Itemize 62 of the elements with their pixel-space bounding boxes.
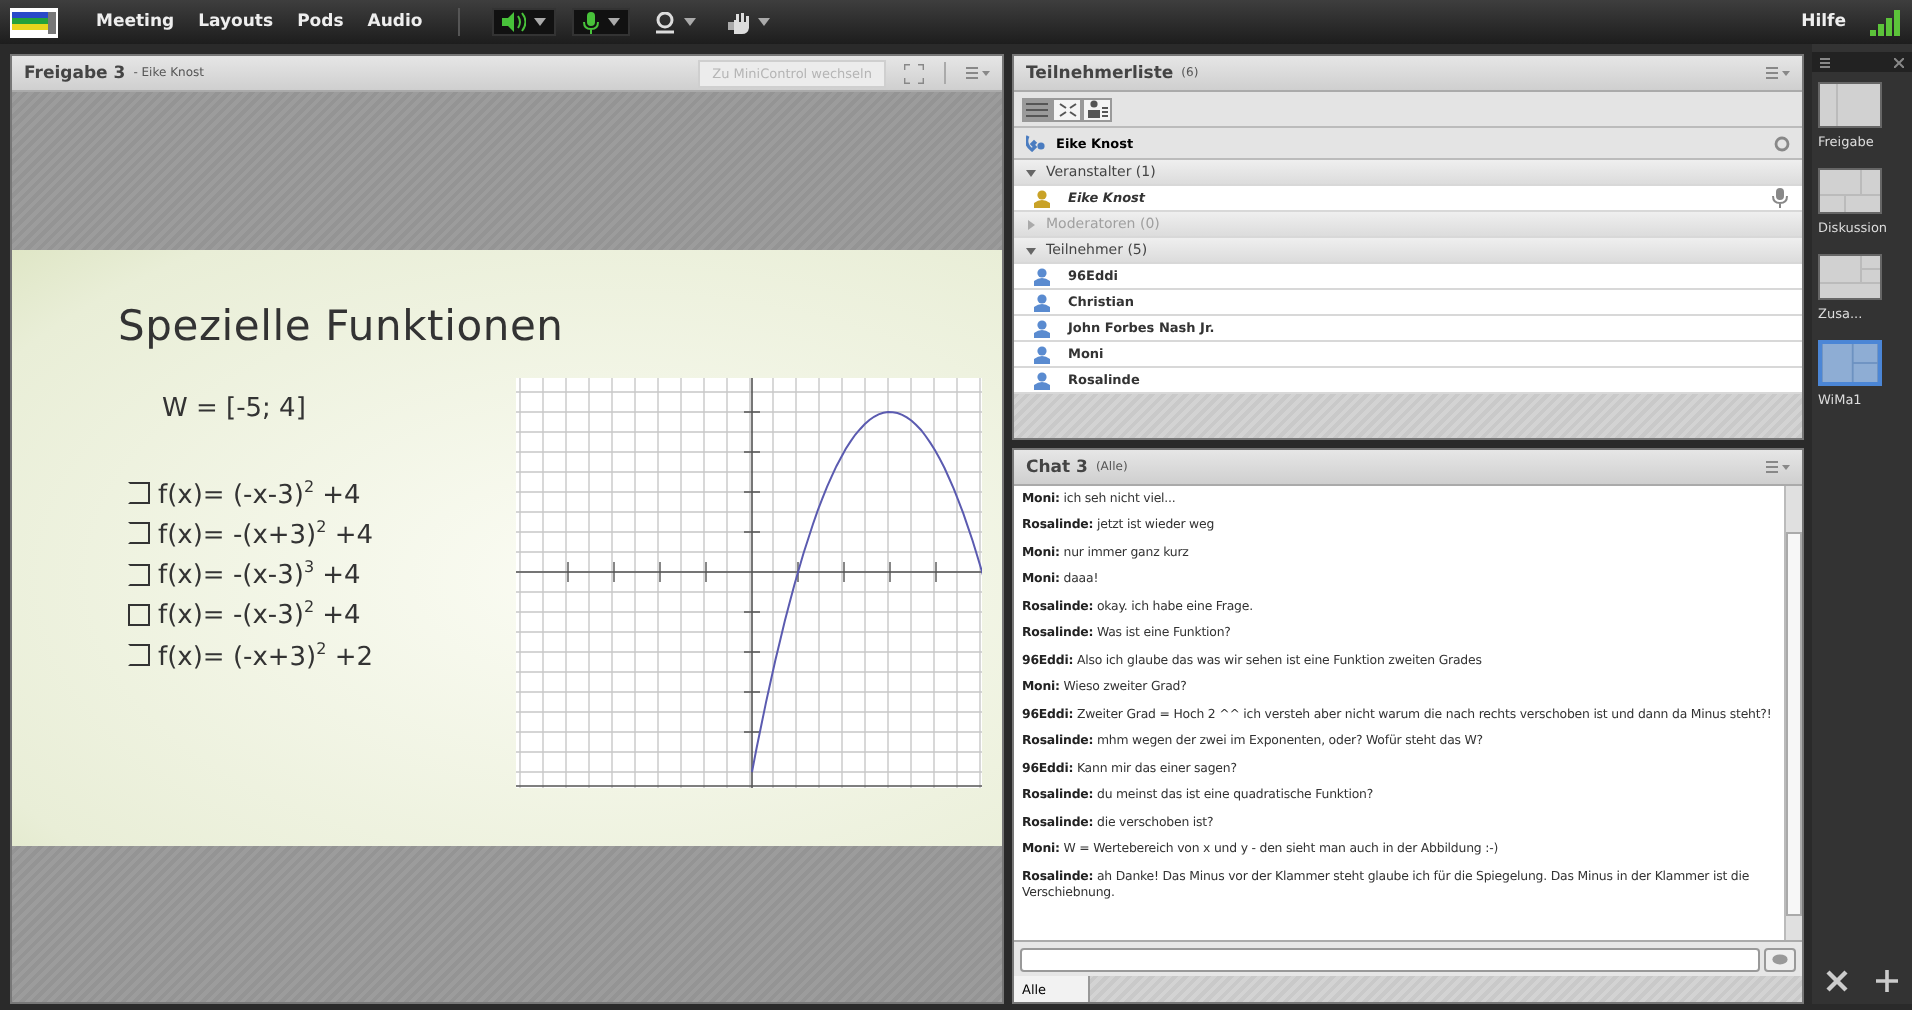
fullscreen-icon[interactable] bbox=[904, 63, 924, 83]
pod-title: Freigabe 3 bbox=[24, 63, 126, 83]
microphone-icon bbox=[1772, 188, 1790, 208]
caret-icon[interactable] bbox=[758, 18, 771, 26]
caret-icon[interactable] bbox=[608, 18, 621, 26]
person-icon bbox=[1034, 267, 1050, 285]
layout-thumbnail-icon bbox=[1818, 168, 1882, 214]
checkbox-icon bbox=[128, 522, 150, 545]
speech-bubble-icon bbox=[1772, 953, 1788, 965]
webcam-icon[interactable] bbox=[654, 11, 677, 33]
formula-text: f(x)= (-x-3)$^{2}$ +4 bbox=[158, 477, 361, 510]
help-menu[interactable]: Hilfe bbox=[1801, 12, 1846, 32]
view-toggle[interactable] bbox=[1052, 97, 1082, 121]
caret-icon[interactable] bbox=[684, 18, 697, 26]
expanded-icon[interactable] bbox=[1026, 245, 1036, 255]
pod-title: Chat 3 bbox=[1026, 457, 1088, 477]
range-text: W = [-5; 4] bbox=[162, 393, 306, 423]
microphone-icon[interactable] bbox=[582, 11, 601, 33]
menu-icon[interactable] bbox=[966, 66, 990, 80]
message-input[interactable] bbox=[1020, 947, 1760, 971]
menu-item[interactable]: Meeting bbox=[96, 12, 175, 32]
formula-text: f(x)= -(x+3)$^{2}$ +4 bbox=[158, 517, 374, 551]
person-icon bbox=[1034, 371, 1050, 389]
formula-text: f(x)= -(x-3)$^{2}$ +4 bbox=[158, 598, 361, 632]
checkbox-icon bbox=[128, 482, 150, 505]
layout-thumbnail-icon bbox=[1818, 340, 1882, 386]
formula-text: f(x)= -(x-3)$^{3}$ +4 bbox=[158, 558, 361, 591]
scrollbar[interactable] bbox=[1784, 486, 1802, 940]
menu-icon[interactable] bbox=[1766, 66, 1790, 80]
status-icon[interactable] bbox=[1774, 135, 1790, 151]
layout-thumbnail-icon bbox=[1818, 82, 1882, 128]
checkbox-icon bbox=[128, 604, 150, 627]
person-icon bbox=[1034, 189, 1050, 207]
expanded-icon[interactable] bbox=[1026, 167, 1036, 177]
grid-view-icon bbox=[1057, 101, 1077, 117]
formula-text: f(x)= (-x+3)$^{2}$ +2 bbox=[158, 639, 374, 673]
logo-icon bbox=[10, 7, 58, 37]
close-icon[interactable] bbox=[1894, 57, 1904, 67]
pod-title: Teilnehmerliste bbox=[1026, 63, 1174, 83]
checkbox-icon bbox=[128, 563, 150, 586]
phone-icon bbox=[1026, 134, 1046, 152]
checkbox-icon bbox=[128, 644, 150, 667]
menu-icon[interactable] bbox=[1766, 460, 1790, 474]
hand-icon[interactable] bbox=[728, 11, 751, 33]
menu-item[interactable]: Audio bbox=[367, 12, 423, 32]
menu-item[interactable]: Pods bbox=[297, 12, 344, 32]
menu-icon[interactable] bbox=[1820, 57, 1836, 67]
tools-icon[interactable] bbox=[1826, 970, 1848, 992]
view-toggle[interactable] bbox=[1082, 97, 1112, 121]
add-icon[interactable] bbox=[1876, 970, 1898, 992]
person-icon bbox=[1034, 345, 1050, 363]
sort-icon bbox=[1087, 100, 1107, 118]
view-toggle[interactable] bbox=[1022, 97, 1052, 121]
person-icon bbox=[1034, 319, 1050, 337]
caret-icon[interactable] bbox=[534, 18, 547, 26]
signal-icon bbox=[1870, 9, 1902, 35]
list-view-icon bbox=[1026, 101, 1048, 117]
slide-title: Spezielle Funktionen bbox=[118, 301, 564, 349]
person-icon bbox=[1034, 293, 1050, 311]
speaker-icon[interactable] bbox=[502, 12, 527, 32]
layout-thumbnail-icon bbox=[1818, 254, 1882, 300]
menu-item[interactable]: Layouts bbox=[198, 12, 274, 32]
